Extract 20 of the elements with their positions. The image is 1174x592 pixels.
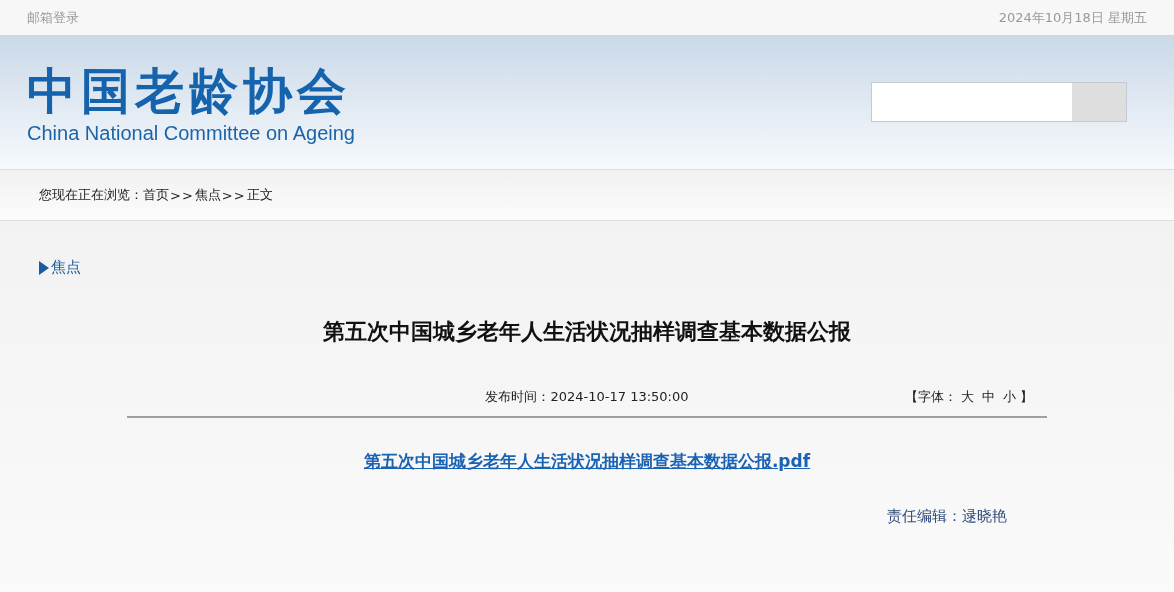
logo-title: 中国老龄协会 — [27, 63, 352, 120]
editor-text: 责任编辑：逯晓艳 — [887, 507, 1007, 526]
breadcrumb-link[interactable]: 首页 — [143, 186, 169, 204]
font-size-option[interactable]: 小 — [1003, 388, 1016, 406]
date-text: 2024年10月18日 星期五 — [998, 8, 1147, 27]
logo-subtitle: China National Committee on Ageing — [27, 121, 355, 145]
bracket-text: 】 — [1020, 388, 1033, 406]
font-size-option[interactable]: 大 — [961, 388, 974, 406]
font-size-label: 【字体： — [905, 388, 957, 406]
breadcrumb-current: 正文 — [246, 186, 273, 204]
font-size-option[interactable]: 中 — [982, 388, 995, 406]
publish-time: 发布时间：2024-10-17 13:50:00 — [485, 388, 689, 406]
triangle-icon — [39, 260, 49, 275]
breadcrumb-link[interactable]: 焦点 — [194, 186, 221, 204]
section-link[interactable]: 焦点 — [51, 258, 81, 277]
breadcrumb-separator: >> — [170, 187, 194, 203]
breadcrumb-separator: >> — [221, 187, 246, 203]
article-title: 第五次中国城乡老年人生活状况抽样调查基本数据公报 — [322, 318, 852, 346]
attachment-link[interactable]: 第五次中国城乡老年人生活状况抽样调查基本数据公报.pdf — [363, 451, 811, 471]
breadcrumb-label: 您现在正在浏览： — [39, 186, 143, 204]
